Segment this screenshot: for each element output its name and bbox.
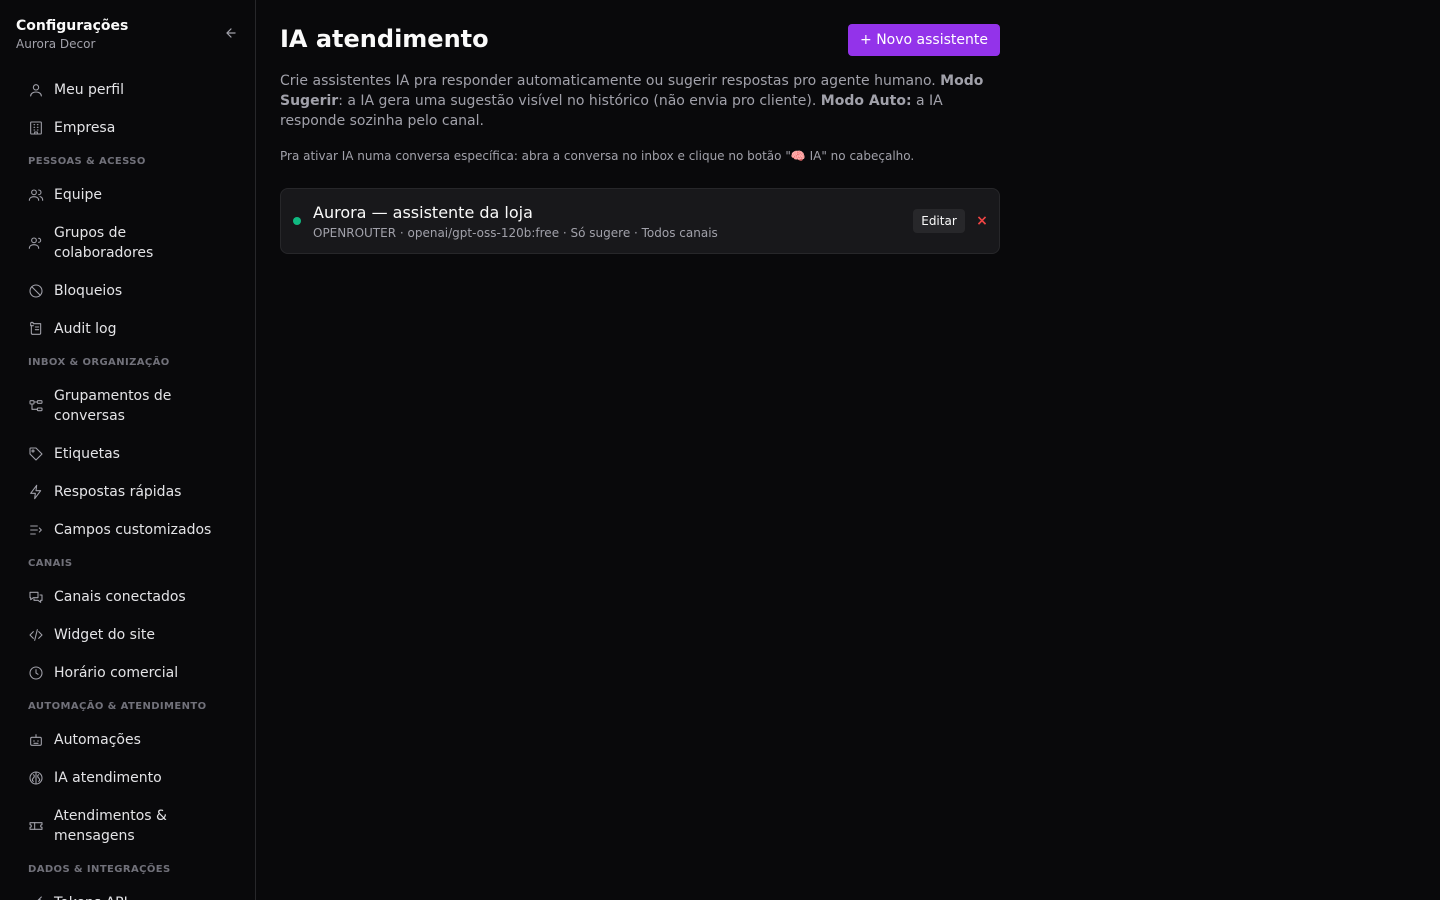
assistant-meta: OPENROUTER · openai/gpt-oss-120b:free · … [313, 226, 718, 240]
sidebar-item-atendimentos[interactable]: Atendimentos & mensagens [16, 797, 240, 855]
sidebar-item-respostas-rapidas[interactable]: Respostas rápidas [16, 473, 240, 511]
sidebar-item-label: Tokens API [54, 893, 128, 900]
users-icon [28, 187, 44, 203]
assistant-name: Aurora — assistente da loja [313, 203, 533, 222]
sidebar-item-label: Widget do site [54, 627, 155, 643]
clock-icon [28, 665, 44, 681]
sidebar-item-audit-log[interactable]: Audit log [16, 310, 240, 348]
sidebar-item-label: Etiquetas [54, 446, 120, 462]
page-description: Crie assistentes IA pra responder automa… [280, 71, 1000, 131]
description-text-1: Crie assistentes IA pra responder automa… [280, 73, 941, 89]
sidebar-item-label: Audit log [54, 321, 117, 337]
list-icon [28, 522, 44, 538]
sidebar-nav: Meu perfil Empresa PESSOAS & ACESSO Equipe G… [16, 71, 240, 900]
sidebar-item-etiquetas[interactable]: Etiquetas [16, 435, 240, 473]
sidebar-item-label: Automações [54, 732, 141, 748]
ticket-icon [28, 818, 44, 834]
sidebar-item-widget[interactable]: Widget do site [16, 616, 240, 654]
bolt-icon [28, 484, 44, 500]
tag-icon [28, 446, 44, 462]
sidebar-item-label: Campos customizados [54, 522, 212, 538]
building-icon [28, 120, 44, 136]
sidebar-item-label: Empresa [54, 120, 116, 136]
sidebar-item-meu-perfil[interactable]: Meu perfil [16, 71, 240, 109]
bot-icon [28, 732, 44, 748]
main-content: IA atendimento + Novo assistente Crie as… [256, 0, 1440, 900]
edit-assistant-button[interactable]: Editar [913, 209, 965, 233]
chat-icon [28, 589, 44, 605]
sidebar-item-equipe[interactable]: Equipe [16, 176, 240, 214]
sidebar-item-empresa[interactable]: Empresa [16, 109, 240, 147]
sidebar-item-tokens[interactable]: Tokens API [16, 884, 240, 900]
sidebar-section-header: PESSOAS & ACESSO [28, 156, 146, 167]
key-icon [28, 895, 44, 900]
sidebar-item-label: Respostas rápidas [54, 484, 182, 500]
sidebar: Configurações Aurora Decor Meu perfil Emp… [0, 0, 256, 900]
page-title: IA atendimento [280, 25, 489, 53]
sidebar-item-ia-atendimento[interactable]: IA atendimento [16, 759, 240, 797]
code-icon [28, 627, 44, 643]
arrow-left-icon[interactable] [222, 24, 240, 42]
sidebar-item-label: Atendimentos & mensagens [54, 808, 167, 844]
sidebar-item-bloqueios[interactable]: Bloqueios [16, 272, 240, 310]
sidebar-item-label: Equipe [54, 187, 102, 203]
sidebar-header: Configurações Aurora Decor [16, 16, 242, 56]
sidebar-subtitle: Aurora Decor [16, 37, 96, 51]
sidebar-section-header: INBOX & ORGANIZAÇÃO [28, 357, 170, 368]
scroll-icon [28, 321, 44, 337]
sidebar-item-label: Bloqueios [54, 283, 123, 299]
new-assistant-button[interactable]: + Novo assistente [848, 24, 1000, 56]
brain-icon [28, 770, 44, 786]
tree-icon [28, 398, 44, 414]
sidebar-item-automacoes[interactable]: Automações [16, 721, 240, 759]
sidebar-item-campos-customizados[interactable]: Campos customizados [16, 511, 240, 549]
sidebar-item-grupamentos[interactable]: Grupamentos de conversas [16, 377, 240, 435]
activation-hint: Pra ativar IA numa conversa específica: … [280, 149, 915, 163]
sidebar-item-canais-conectados[interactable]: Canais conectados [16, 578, 240, 616]
user-group-icon [28, 235, 44, 251]
description-bold-2: Modo Auto: [820, 93, 912, 109]
assistant-card: Aurora — assistente da loja OPENROUTER ·… [280, 188, 1000, 254]
description-text-2: : a IA gera uma sugestão visível no hist… [338, 93, 821, 109]
sidebar-item-label: Grupos de colaboradores [54, 225, 154, 261]
sidebar-item-label: IA atendimento [54, 770, 162, 786]
sidebar-section-header: CANAIS [28, 558, 73, 569]
sidebar-item-label: Canais conectados [54, 589, 186, 605]
sidebar-item-label: Meu perfil [54, 82, 124, 98]
sidebar-section-header: AUTOMAÇÃO & ATENDIMENTO [28, 701, 207, 712]
sidebar-item-horario[interactable]: Horário comercial [16, 654, 240, 692]
sidebar-title: Configurações [16, 18, 129, 34]
delete-assistant-button[interactable]: × [973, 209, 991, 233]
sidebar-item-label: Grupamentos de conversas [54, 388, 172, 424]
user-icon [28, 82, 44, 98]
sidebar-item-label: Horário comercial [54, 665, 179, 681]
sidebar-item-grupos[interactable]: Grupos de colaboradores [16, 214, 240, 272]
status-dot [293, 217, 301, 225]
ban-icon [28, 283, 44, 299]
sidebar-section-header: DADOS & INTEGRAÇÕES [28, 864, 171, 875]
